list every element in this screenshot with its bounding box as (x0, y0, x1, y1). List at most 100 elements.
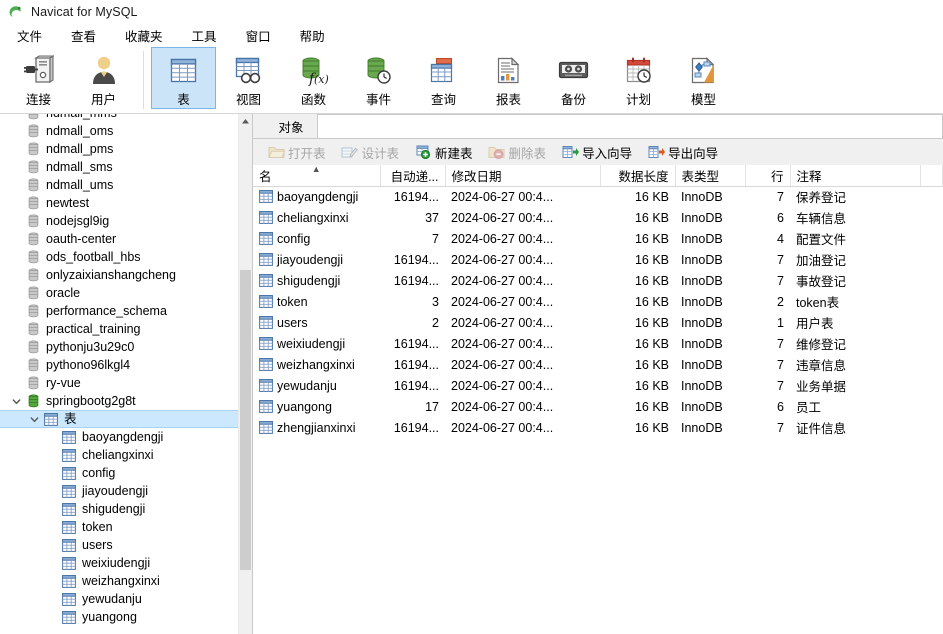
toolbar-button-schedule[interactable]: 计划 (606, 47, 671, 109)
delete-table-button[interactable]: 删除表 (482, 140, 553, 164)
tree-node-performance-schema[interactable]: performance_schema (0, 302, 238, 320)
database-icon (24, 124, 42, 138)
table-row[interactable]: cheliangxinxi 37 2024-06-27 00:4... 16 KB In… (253, 207, 943, 228)
tree-node-label: users (82, 538, 113, 552)
tree-node-ry-vue[interactable]: ry-vue (0, 374, 238, 392)
toolbar-button-user[interactable]: 用户 (71, 47, 136, 109)
column-header-datalength[interactable]: 数据长度 (600, 165, 676, 187)
column-header-rows[interactable]: 行 (745, 165, 791, 187)
tree-node-ndmall-mms[interactable]: ndmall_mms (0, 114, 238, 122)
cell-name: token (253, 291, 380, 312)
design-table-button[interactable]: 设计表 (335, 140, 406, 164)
cell-engine: InnoDB (681, 252, 723, 267)
column-header-modified[interactable]: 修改日期 (445, 165, 601, 187)
tree-node-shigudengji[interactable]: shigudengji (0, 500, 238, 518)
tree-node-oracle[interactable]: oracle (0, 284, 238, 302)
tree-node-weizhangxinxi[interactable]: weizhangxinxi (0, 572, 238, 590)
table-row[interactable]: token 3 2024-06-27 00:4... 16 KB InnoDB 2 toke… (253, 291, 943, 312)
table-row[interactable]: weixiudengji 16194... 2024-06-27 00:4... 16… (253, 333, 943, 354)
toolbar-button-event[interactable]: 事件 (346, 47, 411, 109)
tree-node-practical-training[interactable]: practical_training (0, 320, 238, 338)
tree-node-yuangong[interactable]: yuangong (0, 608, 238, 626)
tree-node-yewudanju[interactable]: yewudanju (0, 590, 238, 608)
menu-file[interactable]: 文件 (8, 24, 51, 47)
open-table-button[interactable]: 打开表 (261, 140, 332, 164)
new-table-button[interactable]: 新建表 (408, 140, 479, 164)
toolbar-button-backup[interactable]: 备份 (541, 47, 606, 109)
tree-node-ndmall-sms[interactable]: ndmall_sms (0, 158, 238, 176)
tree-node-oauth-center[interactable]: oauth-center (0, 230, 238, 248)
toolbar-button-view[interactable]: 视图 (216, 47, 281, 109)
tree-node-springbootg2g8t[interactable]: springbootg2g8t (0, 392, 238, 410)
table-name-label: config (277, 231, 311, 246)
menu-view[interactable]: 查看 (62, 24, 105, 47)
table-item-icon (60, 592, 78, 606)
tree-node-label: weixiudengji (82, 556, 151, 570)
table-row[interactable]: users 2 2024-06-27 00:4... 16 KB InnoDB 1 用户表 (253, 312, 943, 333)
tree-node-cheliangxinxi[interactable]: cheliangxinxi (0, 446, 238, 464)
tree-node-token[interactable]: token (0, 518, 238, 536)
table-row[interactable]: shigudengji 16194... 2024-06-27 00:4... 16 … (253, 270, 943, 291)
toolbar-button-model[interactable]: 模型 (671, 47, 736, 109)
table-row[interactable]: baoyangdengji 16194... 2024-06-27 00:4... 1… (253, 186, 943, 207)
table-name-label: token (277, 294, 308, 309)
cell-filler (920, 249, 943, 270)
toolbar-button-query[interactable]: 查询 (411, 47, 476, 109)
toolbar-button-table[interactable]: 表 (151, 47, 216, 109)
tree-node-users[interactable]: users (0, 536, 238, 554)
tree-node-jiayoudengji[interactable]: jiayoudengji (0, 482, 238, 500)
tree-node-ndmall-pms[interactable]: ndmall_pms (0, 140, 238, 158)
cell-autoinc: 3 (432, 294, 439, 309)
tables-grid: ▲ 名 自动递... 修改日期 数据长度 表类型 行 注释 baoyangden… (253, 165, 943, 438)
cell-filler (920, 228, 943, 249)
import-wizard-button[interactable]: 导入向导 (555, 140, 638, 164)
column-header-engine[interactable]: 表类型 (675, 165, 746, 187)
tree-vertical-scrollbar[interactable] (238, 114, 252, 634)
table-row[interactable]: yewudanju 16194... 2024-06-27 00:4... 16 KB… (253, 375, 943, 396)
tree-node-config[interactable]: config (0, 464, 238, 482)
tree-node-ndmall-ums[interactable]: ndmall_ums (0, 176, 238, 194)
table-row[interactable]: jiayoudengji 16194... 2024-06-27 00:4... 16… (253, 249, 943, 270)
toolbar-label-query: 查询 (430, 93, 456, 107)
column-header-autoincrement[interactable]: 自动递... (380, 165, 446, 187)
chevron-down-icon[interactable] (8, 397, 24, 406)
scroll-up-arrow[interactable] (239, 114, 252, 129)
event-icon (363, 54, 394, 86)
table-row[interactable]: yuangong 17 2024-06-27 00:4... 16 KB InnoDB 6… (253, 396, 943, 417)
column-header-name[interactable]: ▲ 名 (253, 165, 381, 187)
table-row[interactable]: zhengjianxinxi 16194... 2024-06-27 00:4...… (253, 417, 943, 438)
menu-favorites[interactable]: 收藏夹 (116, 24, 172, 47)
table-row[interactable]: weizhangxinxi 16194... 2024-06-27 00:4... 1… (253, 354, 943, 375)
cell-engine: InnoDB (681, 231, 723, 246)
menu-window[interactable]: 窗口 (237, 24, 280, 47)
table-row[interactable]: config 7 2024-06-27 00:4... 16 KB InnoDB 4 配置文… (253, 228, 943, 249)
cell-length: 16 KB (634, 189, 669, 204)
table-name-label: cheliangxinxi (277, 210, 349, 225)
database-icon (24, 142, 42, 156)
export-wizard-button[interactable]: 导出向导 (641, 140, 724, 164)
object-tree[interactable]: ndmall_mms ndmall_oms ndmall_pms ndmall_sms… (0, 114, 238, 634)
tree-node-weixiudengji[interactable]: weixiudengji (0, 554, 238, 572)
tree-node-pythono96lkgl4[interactable]: pythono96lkgl4 (0, 356, 238, 374)
scroll-thumb[interactable] (240, 270, 251, 570)
tree-node-onlyzaixianshangcheng[interactable]: onlyzaixianshangcheng (0, 266, 238, 284)
column-header-comment[interactable]: 注释 (790, 165, 921, 187)
toolbar-button-connection[interactable]: 连接 (6, 47, 71, 109)
tree-node-baoyangdengji[interactable]: baoyangdengji (0, 428, 238, 446)
menu-tools[interactable]: 工具 (183, 24, 226, 47)
table-name-cell: weizhangxinxi (259, 358, 374, 372)
toolbar-button-function[interactable]: f (x) 函数 (281, 47, 346, 109)
tree-node-pythonju3u29c0[interactable]: pythonju3u29c0 (0, 338, 238, 356)
chevron-down-icon[interactable] (26, 415, 42, 424)
tab-objects[interactable]: 对象 (265, 114, 317, 138)
cell-comment: 配置文件 (796, 233, 847, 247)
cell-rows: 7 (777, 189, 784, 204)
tree-node-ods-football-hbs[interactable]: ods_football_hbs (0, 248, 238, 266)
toolbar-button-report[interactable]: 报表 (476, 47, 541, 109)
tree-node-[interactable]: 表 (0, 410, 238, 428)
tree-node-newtest[interactable]: newtest (0, 194, 238, 212)
tree-node-nodejsgl9ig[interactable]: nodejsgl9ig (0, 212, 238, 230)
tree-node-label: oauth-center (46, 232, 117, 246)
menu-help[interactable]: 帮助 (291, 24, 334, 47)
tree-node-ndmall-oms[interactable]: ndmall_oms (0, 122, 238, 140)
